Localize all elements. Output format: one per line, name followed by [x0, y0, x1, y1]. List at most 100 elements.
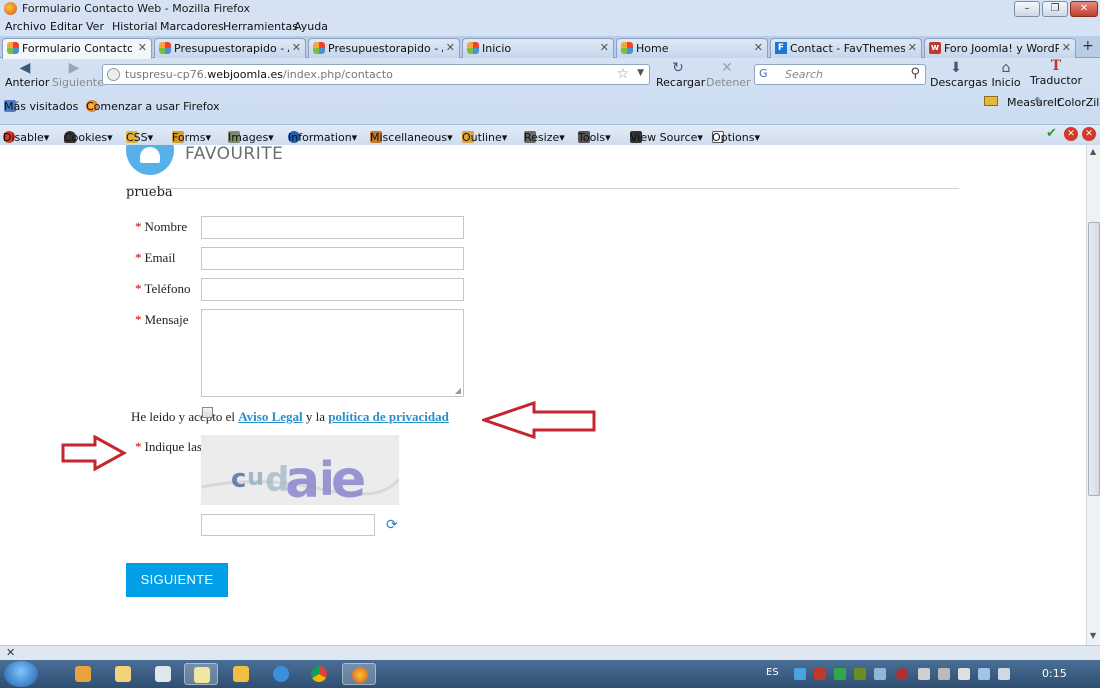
site-identity-icon[interactable] [107, 68, 120, 81]
taskbar-firefox[interactable] [342, 663, 376, 685]
maximize-button[interactable]: ❐ [1042, 1, 1068, 17]
phone-label: * Teléfono [135, 281, 191, 297]
captcha-input[interactable] [201, 514, 375, 536]
tray-antivirus-icon[interactable] [814, 668, 826, 680]
close-tab-icon[interactable]: ✕ [908, 41, 917, 54]
email-field[interactable] [201, 247, 464, 270]
back-button[interactable]: ◀ Anterior [5, 60, 49, 89]
checkmark-icon[interactable]: ✔ [1046, 126, 1057, 141]
start-button[interactable] [4, 661, 38, 687]
search-icon[interactable]: ⚲ [910, 66, 920, 81]
tab-presupuestorapido-2[interactable]: Presupuestorapido - Ad... ✕ [308, 38, 460, 58]
name-field[interactable] [201, 216, 464, 239]
menu-ayuda[interactable]: Ayuda [294, 20, 328, 33]
search-bar[interactable]: G Search ⚲ [754, 64, 926, 85]
tab-contact-favthemes[interactable]: F Contact - FavThemes - ... ✕ [770, 38, 922, 58]
scrollbar-thumb[interactable] [1088, 222, 1100, 496]
tray-update-icon[interactable] [874, 668, 886, 680]
app-icon [233, 666, 249, 682]
accept-terms-checkbox[interactable] [202, 407, 213, 418]
menu-archivo[interactable]: Archivo [5, 20, 46, 33]
search-input[interactable]: Search [785, 68, 823, 81]
language-indicator[interactable]: ES [766, 667, 779, 678]
title-bar: Formulario Contacto Web - Mozilla Firefo… [0, 0, 1100, 18]
error-icon[interactable]: ✕ [1064, 127, 1078, 141]
dev-label: Tools▾ [578, 131, 611, 144]
tab-formulario-contacto[interactable]: Formulario Contacto W... ✕ [2, 38, 152, 59]
close-tab-icon[interactable]: ✕ [446, 41, 455, 54]
close-tab-icon[interactable]: ✕ [1062, 41, 1071, 54]
phone-field[interactable] [201, 278, 464, 301]
taskbar-notes[interactable] [184, 663, 218, 685]
joomla-icon [159, 42, 171, 54]
vertical-scrollbar[interactable]: ▲ ▼ [1086, 145, 1100, 645]
privacy-policy-link[interactable]: política de privacidad [328, 409, 449, 424]
history-dropdown-icon[interactable]: ▼ [637, 68, 644, 78]
taskbar-app[interactable] [224, 663, 258, 685]
tray-signal-icon[interactable] [978, 668, 990, 680]
refresh-captcha-icon[interactable]: ⟳ [386, 517, 398, 533]
tab-presupuestorapido-1[interactable]: Presupuestorapido - Ad... ✕ [154, 38, 306, 58]
tab-label: Home [636, 42, 669, 55]
dev-label: Information▾ [288, 131, 358, 144]
tray-flag-icon[interactable] [918, 668, 930, 680]
bookmark-star-icon[interactable]: ☆ [616, 66, 629, 82]
back-label: Anterior [5, 76, 50, 89]
svg-text:e: e [331, 450, 366, 505]
menu-historial[interactable]: Historial [112, 20, 157, 33]
stop-button[interactable]: ✕ Detener [706, 60, 751, 89]
tray-volume-icon[interactable] [998, 668, 1010, 680]
menu-marcadores[interactable]: Marcadores [160, 20, 224, 33]
close-tab-icon[interactable]: ✕ [138, 41, 147, 54]
scroll-down-icon[interactable]: ▼ [1090, 631, 1096, 640]
close-window-button[interactable]: ✕ [1070, 1, 1098, 17]
close-addon-bar-icon[interactable]: ✕ [6, 646, 15, 659]
new-tab-button[interactable]: + [1082, 38, 1094, 54]
tray-sync-icon[interactable] [854, 668, 866, 680]
translator-button[interactable]: T Traductor [1030, 58, 1082, 87]
tray-tool-icon[interactable] [938, 668, 950, 680]
menu-herramientas[interactable]: Herramientas [223, 20, 298, 33]
eyedropper-icon: ✎ [1034, 95, 1044, 108]
joomla-icon [313, 42, 325, 54]
aviso-legal-link[interactable]: Aviso Legal [238, 409, 302, 424]
taskbar-internet-explorer[interactable] [264, 663, 298, 685]
dev-label: Cookies▾ [64, 131, 113, 144]
notes-icon [194, 667, 210, 683]
taskbar-media-player[interactable] [66, 663, 100, 685]
forward-button[interactable]: ▶ Siguiente [52, 60, 104, 89]
reload-button[interactable]: ↻ Recargar [656, 60, 705, 89]
url-domain: webjoomla.es [207, 68, 284, 81]
tab-inicio[interactable]: Inicio ✕ [462, 38, 614, 58]
tray-network-icon[interactable] [794, 668, 806, 680]
translator-icon: T [1050, 58, 1062, 74]
tab-home[interactable]: Home ✕ [616, 38, 768, 58]
tray-app-icon[interactable] [834, 668, 846, 680]
dev-label: Images▾ [228, 131, 274, 144]
siguiente-button[interactable]: SIGUIENTE [126, 563, 228, 597]
downloads-button[interactable]: ⬇ Descargas [930, 60, 988, 89]
message-label: * Mensaje [135, 312, 189, 328]
tab-foro-joomla[interactable]: w Foro Joomla! y WordPre... ✕ [924, 38, 1076, 58]
message-textarea[interactable]: ◢ [201, 309, 464, 397]
menu-editar[interactable]: Editar [50, 20, 83, 33]
search-engine-icon[interactable]: G [759, 67, 768, 80]
taskbar-document[interactable] [146, 663, 180, 685]
home-button[interactable]: ⌂ Inicio [988, 60, 1024, 89]
legal-consent-text: He leido y acepto el Aviso Legal y la po… [131, 409, 449, 425]
minimize-button[interactable]: – [1014, 1, 1040, 17]
menu-ver[interactable]: Ver [86, 20, 104, 33]
close-tab-icon[interactable]: ✕ [292, 41, 301, 54]
system-clock[interactable]: 0:15 [1042, 667, 1067, 680]
tab-label: Contact - FavThemes - ... [790, 42, 905, 55]
address-bar[interactable]: tuspresu-cp76.webjoomla.es/index.php/con… [102, 64, 650, 85]
resize-grip-icon[interactable]: ◢ [455, 386, 461, 395]
close-tab-icon[interactable]: ✕ [754, 41, 763, 54]
close-tab-icon[interactable]: ✕ [600, 41, 609, 54]
tray-security-icon[interactable] [896, 668, 908, 680]
tray-device-icon[interactable] [958, 668, 970, 680]
scroll-up-icon[interactable]: ▲ [1090, 147, 1096, 156]
close-toolbar-icon[interactable]: ✕ [1082, 127, 1096, 141]
taskbar-chrome[interactable] [302, 663, 336, 685]
taskbar-explorer[interactable] [106, 663, 140, 685]
